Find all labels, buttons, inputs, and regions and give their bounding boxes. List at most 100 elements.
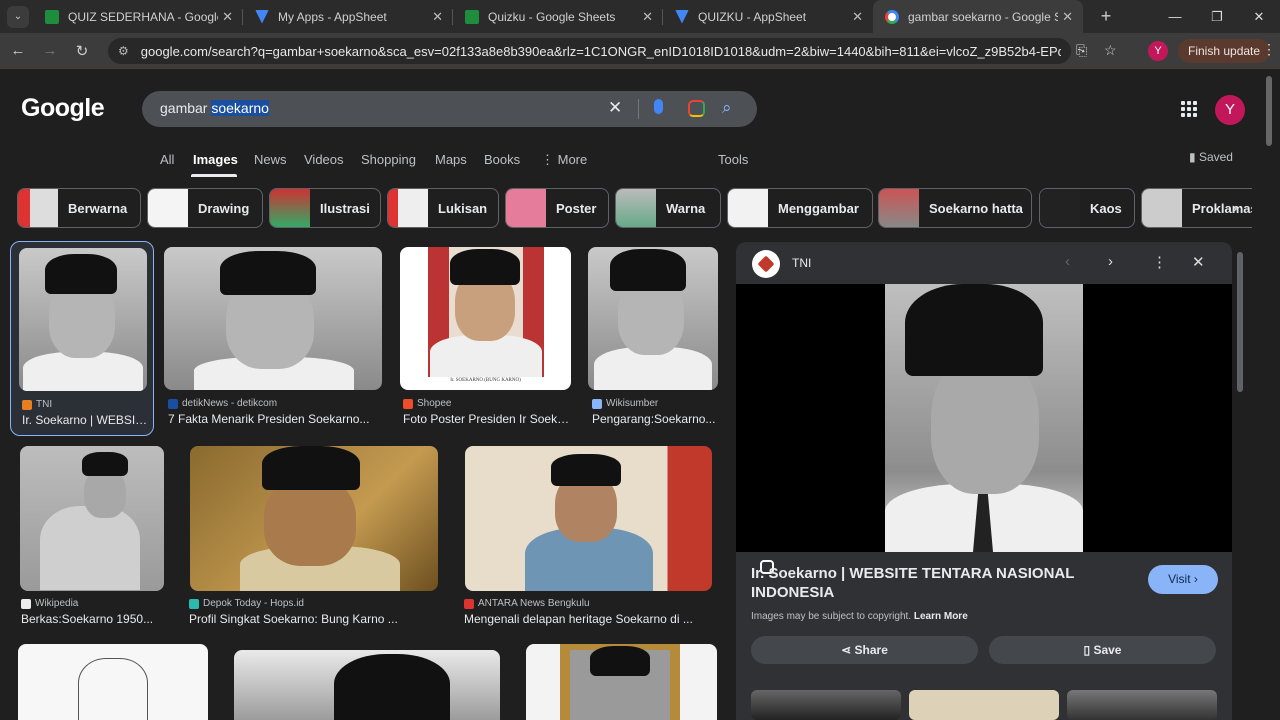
chip-berwarna[interactable]: Berwarna [17,188,141,228]
related-image[interactable] [751,690,901,720]
active-tab-indicator [191,174,237,177]
next-icon[interactable]: › [1108,253,1113,270]
result-image[interactable] [190,446,438,591]
bookmark-star-icon[interactable]: ☆ [1104,42,1117,59]
appsheet-icon [255,9,269,24]
tab-google-search[interactable]: gambar soekarno - Google Search ✕ [873,0,1083,33]
close-tab-icon[interactable]: ✕ [432,9,443,25]
sheets-icon [465,9,479,24]
panel-scrollbar[interactable] [1236,244,1244,704]
finish-update-button[interactable]: Finish update [1178,39,1271,63]
save-button[interactable]: ▯ Save [989,636,1216,664]
image-result[interactable] [18,644,208,720]
more-options-icon[interactable]: ⋮ [1152,253,1167,271]
close-window-icon[interactable]: ✕ [1238,0,1280,33]
close-icon[interactable]: ✕ [1192,253,1205,271]
tab-maps[interactable]: Maps [435,152,467,167]
restore-icon[interactable]: ❐ [1196,0,1238,33]
copyright-notice: Images may be subject to copyright. Lear… [751,611,968,622]
saved-button[interactable]: ▮ Saved [1189,150,1233,164]
result-image[interactable]: Ir. SOEKARNO (BUNG KARNO) [400,247,571,390]
google-apps-icon[interactable] [1181,101,1197,117]
result-image[interactable] [19,248,147,391]
tab-videos[interactable]: Videos [304,152,344,167]
close-tab-icon[interactable]: ✕ [642,9,653,25]
tab-quizku-sheets[interactable]: Quizku - Google Sheets ✕ [453,0,663,33]
image-result[interactable]: TNI Ir. Soekarno | WEBSITE TENTARA NASIO… [10,241,154,436]
tab-all[interactable]: All [160,152,174,167]
browser-tab-bar: ⌄ QUIZ SEDERHANA - Google Sheets ✕ My Ap… [0,0,1280,33]
google-logo[interactable]: Google [21,94,105,123]
search-box[interactable]: gambar soekarno ✕ ⌕ [142,91,757,127]
tab-more[interactable]: ⋮ More [541,152,587,168]
share-icon: ⋖ [841,643,855,657]
close-tab-icon[interactable]: ✕ [852,9,863,25]
chip-warna[interactable]: Warna [615,188,721,228]
tab-my-apps[interactable]: My Apps - AppSheet ✕ [243,0,453,33]
url-field[interactable]: ⚙ google.com/search?q=gambar+soekarno&sc… [108,38,1071,64]
image-result[interactable]: detikNews - detikcom 7 Fakta Menarik Pre… [164,241,384,436]
tools-button[interactable]: Tools [718,152,748,167]
tab-quiz-sederhana[interactable]: QUIZ SEDERHANA - Google Sheets ✕ [33,0,243,33]
search-icon[interactable]: ⌕ [722,98,732,118]
clear-search-icon[interactable]: ✕ [608,98,622,118]
search-input[interactable]: gambar soekarno [160,100,269,116]
image-result[interactable]: ANTARA News Bengkulu Mengenali delapan h… [462,443,716,633]
tab-news[interactable]: News [254,152,287,167]
minimize-icon[interactable]: — [1154,0,1196,33]
image-result[interactable]: Wikisumber Pengarang:Soekarno... [586,241,720,436]
previous-icon[interactable]: ‹ [1065,253,1070,270]
chip-drawing[interactable]: Drawing [147,188,263,228]
chip-ilustrasi[interactable]: Ilustrasi [269,188,381,228]
chip-menggambar[interactable]: Menggambar [727,188,873,228]
sheets-icon [45,9,59,24]
address-bar-row: ← → ↻ ⚙ google.com/search?q=gambar+soeka… [0,33,1280,69]
tab-shopping[interactable]: Shopping [361,152,416,167]
chip-kaos[interactable]: Kaos [1039,188,1135,228]
tab-images[interactable]: Images [193,152,238,167]
new-tab-button[interactable]: + [1095,6,1117,27]
chip-poster[interactable]: Poster [505,188,609,228]
source-favicon [21,598,31,609]
lens-search-icon[interactable] [688,100,705,117]
tab-quizku-appsheet[interactable]: QUIZKU - AppSheet ✕ [663,0,873,33]
page-scrollbar[interactable] [1266,76,1272,146]
profile-icon[interactable]: Y [1148,41,1168,61]
close-tab-icon[interactable]: ✕ [222,9,233,25]
reload-icon[interactable]: ↻ [68,42,96,60]
chip-lukisan[interactable]: Lukisan [387,188,499,228]
related-image[interactable] [909,690,1059,720]
source-favicon [592,398,602,409]
image-result[interactable] [234,650,500,720]
refinement-chips: Berwarna Drawing Ilustrasi Lukisan Poste… [0,188,1252,228]
share-button[interactable]: ⋖ Share [751,636,978,664]
result-image[interactable] [588,247,718,390]
google-icon [885,9,899,24]
voice-search-icon[interactable] [654,99,663,114]
browser-menu-icon[interactable]: ⋮ [1262,41,1276,58]
chip-soekarno-hatta[interactable]: Soekarno hatta [878,188,1032,228]
preview-image[interactable] [736,284,1232,574]
preview-title[interactable]: Ir. Soekarno | WEBSITE TENTARA NASIONAL … [751,564,1081,602]
account-avatar[interactable]: Y [1215,95,1245,125]
translate-icon[interactable]: ⎘ [1076,42,1087,59]
visit-button[interactable]: Visit › [1148,565,1218,594]
image-result[interactable] [526,644,717,720]
close-tab-icon[interactable]: ✕ [1062,9,1073,25]
tab-books[interactable]: Books [484,152,520,167]
chevron-right-icon[interactable]: › [1232,200,1237,218]
site-info-icon[interactable]: ⚙ [118,44,129,58]
result-image[interactable] [465,446,712,591]
tab-search-button[interactable]: ⌄ [7,5,29,28]
image-result[interactable]: Wikipedia Berkas:Soekarno 1950... [18,443,168,633]
result-image[interactable] [20,446,164,591]
related-image[interactable] [1067,690,1217,720]
back-icon[interactable]: ← [4,42,32,59]
image-result[interactable]: Ir. SOEKARNO (BUNG KARNO) Shopee Foto Po… [398,241,574,436]
image-result[interactable]: Depok Today - Hops.id Profil Singkat Soe… [186,443,442,633]
source-logo[interactable] [752,250,780,278]
forward-icon[interactable]: → [36,42,64,59]
result-image[interactable] [164,247,382,390]
source-name[interactable]: TNI [792,256,811,270]
learn-more-link[interactable]: Learn More [914,611,968,622]
